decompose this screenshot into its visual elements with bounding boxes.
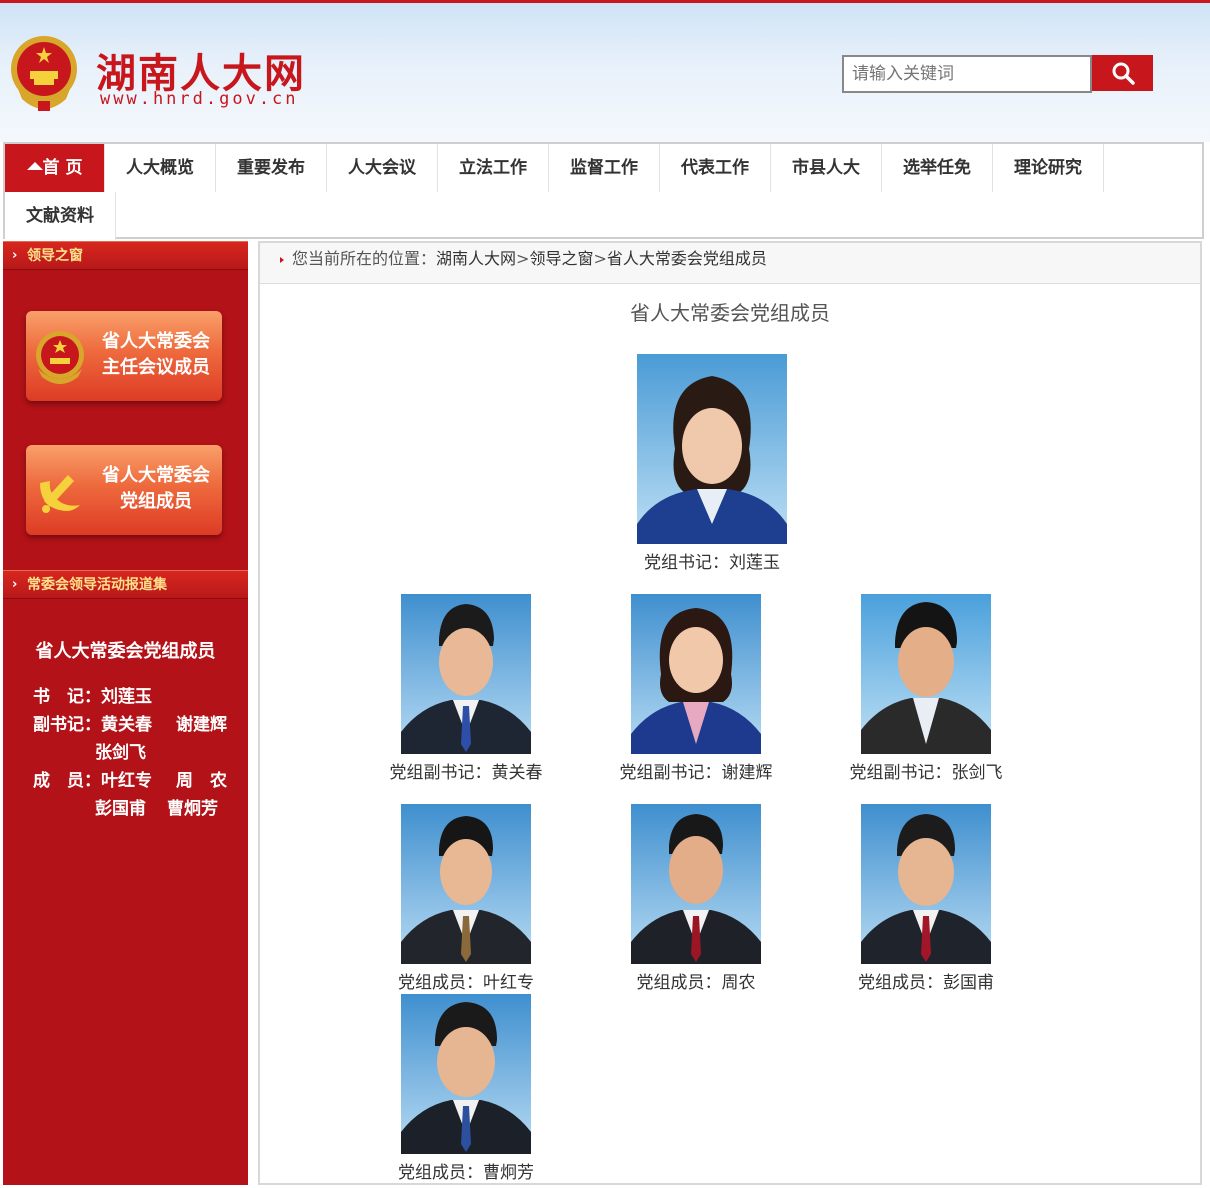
member-caption: 党组成员：彭国甫: [858, 973, 994, 993]
nav-elections[interactable]: 选举任免: [882, 144, 993, 192]
nav-legislation[interactable]: 立法工作: [438, 144, 549, 192]
member-caption: 党组副书记：黄关春: [389, 763, 543, 783]
member-photo[interactable]: [631, 594, 761, 754]
roster-member-name: 彭国甫: [95, 799, 146, 819]
party-group-members-button[interactable]: 省人大常委会 党组成员: [26, 445, 222, 535]
breadcrumb-prefix: 您当前所在的位置：: [292, 249, 437, 268]
nav-home-label: 首 页: [42, 158, 83, 178]
home-icon: [26, 162, 43, 170]
member-photo[interactable]: [861, 594, 991, 754]
member-card: 党组副书记：黄关春: [366, 594, 566, 783]
main-content: 您当前所在的位置：湖南人大网>领导之窗>省人大常委会党组成员 省人大常委会党组成…: [258, 241, 1202, 1185]
nav-deputies[interactable]: 代表工作: [660, 144, 771, 192]
sidebar-section-reports-label: 常委会领导活动报道集: [27, 577, 167, 593]
roster-member-row: 成 员：叶红专: [33, 766, 152, 791]
member-photo[interactable]: [401, 594, 531, 754]
button2-line2: 党组成员: [120, 491, 192, 512]
site-header: 湖南人大网 www.hnrd.gov.cn: [0, 0, 1210, 142]
member-card: 党组成员：彭国甫: [826, 804, 1026, 993]
breadcrumb: 您当前所在的位置：湖南人大网>领导之窗>省人大常委会党组成员: [260, 243, 1200, 284]
member-card: 党组副书记：谢建辉: [596, 594, 796, 783]
sidebar-section-leaders-label: 领导之窗: [27, 248, 83, 264]
search-icon: [1112, 62, 1135, 85]
search-input[interactable]: [842, 55, 1092, 93]
breadcrumb-leaders-link[interactable]: 领导之窗: [529, 249, 593, 268]
party-emblem-icon: [40, 475, 80, 513]
chevron-right-icon: ›: [12, 577, 18, 592]
nav-supervision[interactable]: 监督工作: [549, 144, 660, 192]
sidebar-section-reports[interactable]: › 常委会领导活动报道集: [3, 570, 248, 599]
button2-line1: 省人大常委会: [102, 465, 210, 486]
member-card: 党组成员：周农: [596, 804, 796, 993]
member-photo[interactable]: [631, 804, 761, 964]
site-url: www.hnrd.gov.cn: [100, 89, 299, 109]
roster-secretary-name: 刘莲玉: [101, 687, 152, 707]
member-caption: 党组副书记：张剑飞: [849, 763, 1003, 783]
bullet-icon: [280, 257, 284, 263]
chevron-right-icon: ›: [12, 248, 18, 263]
sidebar: › 领导之窗 省人大常委会 主任会议成员 省人大常委会 党组成员 › 常委会领导…: [3, 241, 248, 1185]
nav-meetings[interactable]: 人大会议: [327, 144, 438, 192]
member-card: 党组书记：刘莲玉: [612, 354, 812, 573]
nav-local-congress[interactable]: 市县人大: [771, 144, 882, 192]
nav-home[interactable]: 首 页: [5, 144, 105, 192]
button1-line1: 省人大常委会: [102, 331, 210, 352]
breadcrumb-home-link[interactable]: 湖南人大网: [436, 249, 516, 268]
nav-research[interactable]: 理论研究: [993, 144, 1104, 192]
sidebar-section-leaders[interactable]: › 领导之窗: [3, 241, 248, 270]
breadcrumb-separator: >: [516, 249, 530, 268]
member-photo[interactable]: [401, 994, 531, 1154]
button1-line2: 主任会议成员: [102, 357, 210, 378]
member-caption: 党组成员：周农: [636, 973, 756, 993]
member-caption: 党组成员：曹炯芳: [398, 1163, 534, 1183]
nav-documents[interactable]: 文献资料: [5, 192, 116, 240]
national-emblem-icon[interactable]: [8, 33, 80, 113]
breadcrumb-separator: >: [593, 249, 607, 268]
roster-deputy-name: 张剑飞: [95, 743, 146, 763]
search-button[interactable]: [1092, 55, 1153, 91]
member-photo[interactable]: [401, 804, 531, 964]
roster-member-name: 周 农: [176, 771, 227, 791]
member-photo[interactable]: [861, 804, 991, 964]
nav-releases[interactable]: 重要发布: [216, 144, 327, 192]
roster-member-name: 叶红专: [101, 771, 152, 791]
main-nav: 首 页 人大概览 重要发布 人大会议 立法工作 监督工作 代表工作 市县人大 选…: [3, 142, 1204, 240]
member-photo[interactable]: [637, 354, 787, 544]
national-emblem-icon: [36, 331, 84, 384]
roster-deputy-label: 副书记：: [33, 715, 101, 735]
director-meeting-members-button[interactable]: 省人大常委会 主任会议成员: [26, 311, 222, 401]
breadcrumb-current: 省人大常委会党组成员: [606, 249, 767, 268]
roster-deputy-name: 谢建辉: [176, 715, 227, 735]
roster-deputy-name: 黄关春: [101, 715, 152, 735]
roster-member-name: 曹炯芳: [167, 799, 218, 819]
member-card: 党组副书记：张剑飞: [826, 594, 1026, 783]
roster-secretary-row: 书 记：刘莲玉: [33, 682, 152, 707]
member-caption: 党组书记：刘莲玉: [644, 553, 780, 573]
member-card: 党组成员：叶红专: [366, 804, 566, 993]
member-caption: 党组成员：叶红专: [398, 973, 534, 993]
member-card: 党组成员：曹炯芳: [366, 994, 566, 1183]
roster-secretary-label: 书 记：: [33, 687, 101, 707]
roster-deputy-row: 副书记：黄关春: [33, 710, 152, 735]
page-title: 省人大常委会党组成员: [630, 301, 830, 325]
nav-overview[interactable]: 人大概览: [105, 144, 216, 192]
roster-member-label: 成 员：: [33, 771, 101, 791]
member-caption: 党组副书记：谢建辉: [619, 763, 773, 783]
roster-title: 省人大常委会党组成员: [35, 641, 216, 662]
